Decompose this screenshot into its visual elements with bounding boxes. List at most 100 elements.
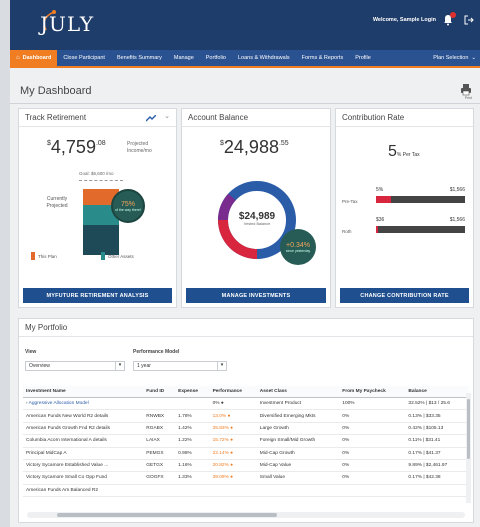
col-performance[interactable]: Performance xyxy=(209,386,257,398)
balance-cell: 0.11% | $31.41 xyxy=(405,434,469,448)
change-contribution-button[interactable]: CHANGE CONTRIBUTION RATE xyxy=(340,288,469,303)
donut-center: $24,989 Vested Balance xyxy=(230,211,284,226)
investment-name-cell-text: American Funds Am Balanced R2 xyxy=(26,487,98,493)
fund-id-cell: RGABX xyxy=(143,422,176,436)
performance-cell-text: 15.72% xyxy=(212,438,229,444)
card-title: Account Balance xyxy=(188,113,249,122)
fund-id-cell-text: GETGX xyxy=(146,463,164,469)
investment-name-cell-text: American Funds New World R2 details xyxy=(26,413,109,419)
table-row[interactable]: American Funds Growth Fnd R2 details RGAB… xyxy=(23,422,469,436)
asset-class-cell-text: Mid-Cap Value xyxy=(259,463,292,469)
print-label: Print xyxy=(464,96,472,100)
nav-label: Dashboard xyxy=(22,55,52,61)
nav-manage[interactable]: Manage xyxy=(168,50,200,66)
top-header: JULY Welcome, Sample Login xyxy=(10,0,480,50)
page-title: My Dashboard xyxy=(20,85,92,97)
col-from-paycheck[interactable]: From My Paycheck xyxy=(339,386,406,398)
asset-class-cell-text: Investment Product xyxy=(259,401,302,407)
goal-line xyxy=(79,180,123,181)
roth-amount: $1,566 xyxy=(449,217,465,223)
performance-cell: 39.09% ● xyxy=(209,471,257,485)
performance-indicator-icon[interactable]: ● xyxy=(229,451,233,456)
paycheck-cell: 0% xyxy=(339,471,406,485)
table-row[interactable]: Principal MidCap A PEMGX 0.98% 22.14% ● Mid-… xyxy=(23,447,469,460)
notification-badge xyxy=(450,12,456,18)
nav-profile[interactable]: Profile xyxy=(349,50,377,66)
col-investment-name[interactable]: Investment Name xyxy=(23,386,144,398)
nav-benefits-summary[interactable]: Benefits Summary xyxy=(111,50,168,66)
investment-name-cell[interactable]: › Aggressive Allocation Model xyxy=(23,397,144,411)
asset-class-cell: Foreign Small/Mid Growth xyxy=(256,434,340,448)
performance-indicator-icon[interactable]: ● xyxy=(229,426,233,431)
balance-cell-text: 32.52% | $13 / 25.6 xyxy=(408,401,450,407)
horizontal-scrollbar[interactable] xyxy=(27,512,465,518)
legend-label: This Plan xyxy=(38,253,57,259)
performance-cell: 13.0% ● xyxy=(209,409,257,423)
performance-model-value: 1 year xyxy=(137,363,151,369)
manage-investments-button[interactable]: MANAGE INVESTMENTS xyxy=(186,288,326,303)
expense-cell: 1.33% xyxy=(175,471,210,485)
performance-cell-text: 20.82% xyxy=(212,463,229,469)
performance-indicator-icon[interactable]: ● xyxy=(229,475,233,480)
investment-name-cell[interactable]: American Funds New World R2 details xyxy=(23,409,144,423)
vertical-scrollbar[interactable] xyxy=(466,393,471,503)
investment-name-cell[interactable]: American Funds Growth Fnd R2 details xyxy=(23,422,144,436)
paycheck-cell-text: 0% xyxy=(342,475,350,481)
performance-indicator-icon[interactable]: ● xyxy=(229,463,233,468)
home-icon: ⌂ xyxy=(16,55,20,61)
investment-name-cell: American Funds Am Balanced R2 xyxy=(23,484,144,498)
paycheck-cell: 0% xyxy=(339,447,406,460)
nav-portfolio[interactable]: Portfolio xyxy=(200,50,232,66)
scroll-thumb[interactable] xyxy=(467,399,470,459)
fund-id-cell: PEMGX xyxy=(143,447,176,460)
balance-cell-text: 9.89% | $2,461.97 xyxy=(408,463,448,469)
col-balance[interactable]: Balance xyxy=(405,386,469,398)
investment-name-cell[interactable]: Columbia Acorn International A details xyxy=(23,434,144,448)
balance-amount: $24,988.55 xyxy=(220,137,289,157)
gain-sub: since yesterday xyxy=(285,248,311,253)
chevron-down-icon[interactable]: ⌄ xyxy=(164,112,170,120)
table-row[interactable]: American Funds New World R2 details RNWBX… xyxy=(23,409,469,423)
table-row[interactable]: Victory Sycamore Established Value ... GE… xyxy=(23,459,469,473)
nav-loans-withdrawals[interactable]: Loans & Withdrawals xyxy=(232,50,296,66)
app-frame: JULY Welcome, Sample Login ⌂ Dashboard Cl… xyxy=(10,0,480,527)
card-header-divider xyxy=(19,126,176,127)
contribution-rate-card: Contribution Rate 5% Per Tax 5% $1,566 P… xyxy=(335,108,474,308)
scroll-thumb[interactable] xyxy=(57,513,277,517)
view-select[interactable]: Overview ▾ xyxy=(25,361,125,371)
nav-close-participant[interactable]: Close Participant xyxy=(57,50,111,66)
plan-selection-dropdown[interactable]: Plan Selection ⌄ xyxy=(433,50,476,66)
col-fund-id[interactable]: Fund ID xyxy=(143,386,176,398)
myfuture-analysis-button[interactable]: MYFUTURE RETIREMENT ANALYSIS xyxy=(23,288,172,303)
main-nav: ⌂ Dashboard Close Participant Benefits Su… xyxy=(10,50,480,68)
table-row[interactable]: Victory Sycamore Small Co Opp Fund GOGFX 1… xyxy=(23,471,469,485)
col-asset-class[interactable]: Asset Class xyxy=(256,386,340,398)
asset-class-cell-text: Foreign Small/Mid Growth xyxy=(259,438,316,444)
nav-forms-reports[interactable]: Forms & Reports xyxy=(296,50,350,66)
table-row[interactable]: › Aggressive Allocation Model 0% ● Investm… xyxy=(23,397,469,411)
paycheck-cell-text: 100% xyxy=(342,401,355,407)
gain-value: +0.34% xyxy=(286,241,310,249)
col-expense[interactable]: Expense xyxy=(175,386,210,398)
pretax-bar-fill xyxy=(376,196,392,203)
balance-cell: 0.42% | $105.13 xyxy=(405,422,469,436)
table-row[interactable]: Columbia Acorn International A details LA… xyxy=(23,434,469,448)
legend-swatch xyxy=(31,252,35,260)
expense-cell-text: 1.22% xyxy=(178,438,192,444)
expense-cell xyxy=(175,397,210,411)
asset-class-cell: Small Value xyxy=(256,471,340,485)
print-icon[interactable] xyxy=(460,83,472,97)
expense-cell xyxy=(175,484,210,498)
performance-indicator-icon[interactable]: ● xyxy=(220,401,224,406)
asset-class-cell-text: Mid-Cap Growth xyxy=(259,450,295,456)
logout-icon[interactable] xyxy=(464,15,474,25)
table-row[interactable]: American Funds Am Balanced R2 xyxy=(23,484,469,498)
performance-model-label: Performance Model xyxy=(133,349,180,355)
performance-indicator-icon[interactable]: ● xyxy=(226,414,231,419)
performance-indicator-icon[interactable]: ● xyxy=(229,438,233,443)
bar-segment-base xyxy=(83,225,119,255)
performance-model-select[interactable]: 1 year ▾ xyxy=(133,361,227,371)
performance-cell-text: 0% xyxy=(212,401,220,407)
my-portfolio-panel: My Portfolio View Overview ▾ Performance… xyxy=(18,318,474,523)
nav-dashboard[interactable]: ⌂ Dashboard xyxy=(10,50,58,66)
